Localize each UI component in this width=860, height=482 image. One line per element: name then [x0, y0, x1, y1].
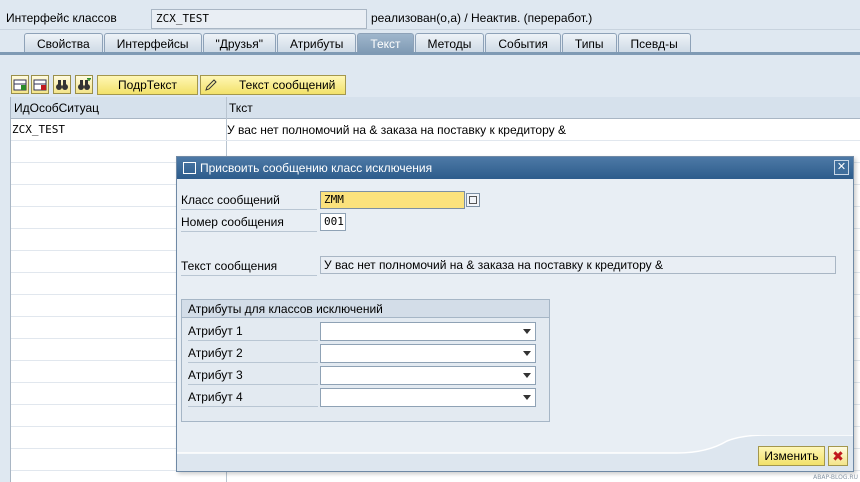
- chevron-down-icon: [523, 395, 531, 400]
- value-help-icon[interactable]: [466, 193, 480, 207]
- chevron-down-icon: [523, 329, 531, 334]
- dialog-title-bar[interactable]: Присвоить сообщению класс исключения ✕: [177, 157, 853, 179]
- header-divider: [0, 29, 860, 30]
- group-title: Атрибуты для классов исключений: [182, 300, 549, 318]
- dialog-title: Присвоить сообщению класс исключения: [200, 161, 433, 175]
- attribute-4-label: Атрибут 4: [188, 390, 243, 404]
- exception-attributes-group: Атрибуты для классов исключений Атрибут …: [181, 299, 550, 422]
- message-number-input[interactable]: 001: [320, 213, 346, 231]
- dialog-footer-wave: [177, 435, 853, 471]
- column-header-text[interactable]: Ткст: [229, 101, 253, 115]
- tab-types[interactable]: Типы: [561, 33, 617, 53]
- binoculars-plus-icon: [78, 77, 91, 90]
- message-text-button[interactable]: Текст сообщений: [200, 75, 346, 95]
- binoculars-icon: [56, 79, 68, 90]
- attribute-1-dropdown[interactable]: [320, 322, 536, 341]
- assign-message-dialog: Присвоить сообщению класс исключения ✕ К…: [176, 156, 854, 472]
- tab-events[interactable]: События: [485, 33, 561, 53]
- message-class-label: Класс сообщений: [181, 193, 280, 207]
- dialog-window-icon: [183, 162, 196, 174]
- chevron-down-icon: [523, 351, 531, 356]
- label-underline: [181, 275, 317, 276]
- long-text-button[interactable]: ПодрТекст: [97, 75, 198, 95]
- insert-row-icon: [13, 79, 27, 90]
- attribute-1-label: Атрибут 1: [188, 324, 243, 338]
- tab-underline: [0, 52, 860, 55]
- tab-methods[interactable]: Методы: [414, 33, 485, 53]
- cell-exception-text: У вас нет полномочий на & заказа на пост…: [227, 123, 566, 137]
- attribute-3-dropdown[interactable]: [320, 366, 536, 385]
- insert-row-button[interactable]: [11, 75, 29, 94]
- tab-interfaces[interactable]: Интерфейсы: [103, 33, 202, 53]
- find-button[interactable]: [53, 75, 71, 94]
- attribute-2-dropdown[interactable]: [320, 344, 536, 363]
- message-text-label: Текст сообщений: [239, 78, 336, 92]
- watermark: ABAP-BLOG.RU: [813, 474, 858, 481]
- message-class-input[interactable]: ZMM: [320, 191, 465, 209]
- cell-exception-id: ZCX_TEST: [12, 123, 65, 136]
- attribute-3-label: Атрибут 3: [188, 368, 243, 382]
- table-header: ИдОсобСитуац Ткст: [11, 97, 860, 119]
- long-text-label: ПодрТекст: [118, 78, 177, 92]
- label-underline: [181, 231, 317, 232]
- delete-row-icon: [33, 79, 47, 90]
- class-status-text: реализован(о,а) / Неактив. (переработ.): [371, 11, 593, 25]
- label-underline: [188, 406, 318, 407]
- label-underline: [181, 209, 317, 210]
- pencil-icon: [205, 79, 217, 91]
- chevron-down-icon: [523, 373, 531, 378]
- tab-text[interactable]: Текст: [357, 33, 414, 53]
- label-underline: [188, 384, 318, 385]
- find-next-button[interactable]: [75, 75, 93, 94]
- column-header-id[interactable]: ИдОсобСитуац: [14, 101, 99, 115]
- tab-attributes[interactable]: Атрибуты: [276, 33, 357, 53]
- tab-friends[interactable]: "Друзья": [202, 33, 276, 53]
- cancel-x-icon[interactable]: ✖: [828, 446, 848, 466]
- message-text-display: У вас нет полномочий на & заказа на пост…: [320, 256, 836, 274]
- class-name-field[interactable]: ZCX_TEST: [151, 9, 367, 29]
- attribute-2-label: Атрибут 2: [188, 346, 243, 360]
- tab-aliases[interactable]: Псевд-ы: [617, 33, 691, 53]
- attribute-4-dropdown[interactable]: [320, 388, 536, 407]
- message-text-field-label: Текст сообщения: [181, 259, 278, 273]
- change-button[interactable]: Изменить: [758, 446, 825, 466]
- message-number-label: Номер сообщения: [181, 215, 284, 229]
- label-underline: [188, 362, 318, 363]
- delete-row-button[interactable]: [31, 75, 49, 94]
- label-underline: [188, 340, 318, 341]
- tab-properties[interactable]: Свойства: [24, 33, 103, 53]
- close-icon[interactable]: ✕: [834, 160, 849, 175]
- class-interface-label: Интерфейс классов: [6, 11, 117, 25]
- tab-strip: Свойства Интерфейсы "Друзья" Атрибуты Те…: [24, 33, 692, 53]
- table-row[interactable]: ZCX_TEST У вас нет полномочий на & заказ…: [11, 119, 860, 141]
